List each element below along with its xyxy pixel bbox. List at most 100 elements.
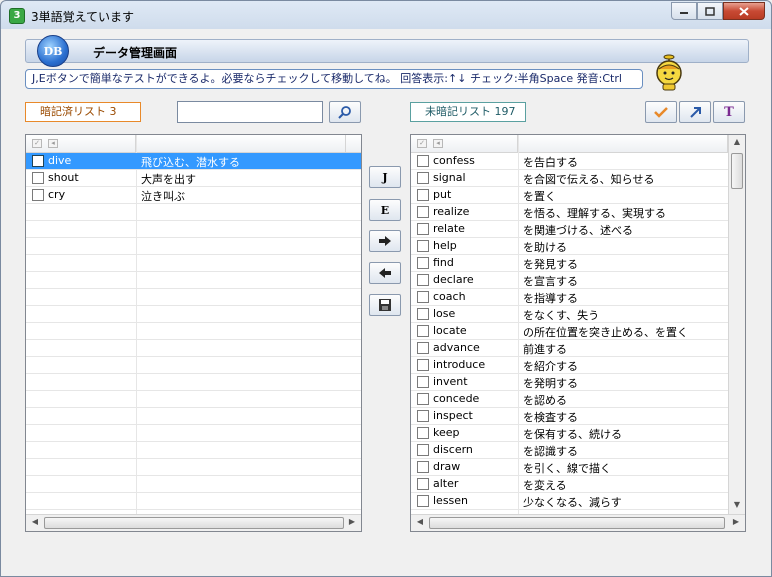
table-row[interactable]: confess を告白する [411,153,728,170]
table-row[interactable] [26,425,361,442]
table-row[interactable]: alter を変える [411,476,728,493]
table-row[interactable]: declare を宣言する [411,272,728,289]
learned-hscrollbar[interactable]: ◀ ▶ [26,514,361,531]
table-row[interactable]: concede を認める [411,391,728,408]
export-button[interactable] [679,101,711,123]
check-button[interactable] [645,101,677,123]
table-row[interactable] [26,357,361,374]
row-checkbox[interactable] [417,172,429,184]
table-row[interactable] [26,459,361,476]
app-icon[interactable]: 3 [9,8,25,24]
table-row[interactable]: help を助ける [411,238,728,255]
table-row[interactable]: advance 前進する [411,340,728,357]
table-row[interactable]: introduce を紹介する [411,357,728,374]
row-checkbox[interactable] [32,172,44,184]
scroll-left-icon[interactable]: ◀ [28,517,42,529]
learned-list-grid[interactable]: ✓ ◂ dive 飛び込む、潜水する shout 大声を出す cry 泣き叫ぶ ◀ ▶ [25,134,362,532]
test-e-button[interactable]: E [369,199,401,221]
row-checkbox[interactable] [417,155,429,167]
table-row[interactable]: lose をなくす、失う [411,306,728,323]
table-row[interactable] [26,289,361,306]
row-checkbox[interactable] [417,359,429,371]
scroll-down-icon[interactable]: ▼ [731,500,743,512]
row-checkbox[interactable] [417,478,429,490]
table-row[interactable]: signal を合図で伝える、知らせる [411,170,728,187]
save-button[interactable] [369,294,401,316]
scroll-right-icon[interactable]: ▶ [729,517,743,529]
row-checkbox[interactable] [417,223,429,235]
row-checkbox[interactable] [417,410,429,422]
table-row[interactable] [26,272,361,289]
table-row[interactable]: relate を関連づける、述べる [411,221,728,238]
unlearned-list-grid[interactable]: ✓ ◂ confess を告白する signal を合図で伝える、知らせる put を置く… [410,134,746,532]
minimize-button[interactable] [671,2,697,20]
table-row[interactable] [26,221,361,238]
unlearned-vscrollbar[interactable]: ▲ ▼ [728,135,745,514]
scroll-thumb[interactable] [44,517,344,529]
row-checkbox[interactable] [417,274,429,286]
table-row[interactable]: invent を発明する [411,374,728,391]
table-row[interactable] [26,408,361,425]
table-row[interactable] [26,255,361,272]
row-checkbox[interactable] [32,189,44,201]
table-row[interactable] [26,493,361,510]
table-row[interactable]: dive 飛び込む、潜水する [26,153,361,170]
table-row[interactable] [26,391,361,408]
header-cell-english[interactable]: ✓ ◂ [411,135,518,153]
header-cell-japanese[interactable] [518,135,728,153]
table-row[interactable] [26,476,361,493]
close-button[interactable] [723,2,765,20]
table-row[interactable]: draw を引く、線で描く [411,459,728,476]
table-row[interactable] [26,204,361,221]
unlearned-hscrollbar[interactable]: ◀ ▶ [411,514,745,531]
table-row[interactable]: put を置く [411,187,728,204]
table-row[interactable]: cry 泣き叫ぶ [26,187,361,204]
header-cell-japanese[interactable] [136,135,346,153]
row-checkbox[interactable] [417,206,429,218]
scroll-right-icon[interactable]: ▶ [345,517,359,529]
table-row[interactable]: coach を指導する [411,289,728,306]
move-right-button[interactable] [369,230,401,252]
row-checkbox[interactable] [417,444,429,456]
search-button[interactable] [329,101,361,123]
table-row[interactable]: lessen 少なくなる、減らす [411,493,728,510]
table-row[interactable] [26,442,361,459]
row-checkbox[interactable] [417,461,429,473]
row-checkbox[interactable] [417,308,429,320]
table-row[interactable] [26,238,361,255]
table-row[interactable]: discern を認識する [411,442,728,459]
row-checkbox[interactable] [417,393,429,405]
title-bar[interactable]: 3 3単語覚えています [1,1,771,29]
table-row[interactable]: locate の所在位置を突き止める、を置く [411,323,728,340]
table-row[interactable] [26,306,361,323]
row-checkbox[interactable] [32,155,44,167]
header-cell-english[interactable]: ✓ ◂ [26,135,136,153]
table-row[interactable] [26,323,361,340]
scroll-thumb[interactable] [429,517,725,529]
test-j-button[interactable]: J [369,166,401,188]
scroll-left-icon[interactable]: ◀ [413,517,427,529]
row-checkbox[interactable] [417,376,429,388]
row-checkbox[interactable] [417,240,429,252]
scroll-up-icon[interactable]: ▲ [731,137,743,149]
row-checkbox[interactable] [417,495,429,507]
row-checkbox[interactable] [417,257,429,269]
table-row[interactable]: keep を保有する、続ける [411,425,728,442]
move-left-button[interactable] [369,262,401,284]
table-row[interactable] [26,374,361,391]
word-english: introduce [433,358,486,371]
scroll-thumb[interactable] [731,153,743,189]
table-row[interactable]: shout 大声を出す [26,170,361,187]
row-checkbox[interactable] [417,342,429,354]
table-row[interactable]: realize を悟る、理解する、実現する [411,204,728,221]
row-checkbox[interactable] [417,291,429,303]
maximize-button[interactable] [697,2,723,20]
table-row[interactable]: find を発見する [411,255,728,272]
font-color-button[interactable]: T [713,101,745,123]
search-input[interactable] [177,101,323,123]
row-checkbox[interactable] [417,189,429,201]
table-row[interactable] [26,340,361,357]
row-checkbox[interactable] [417,325,429,337]
table-row[interactable]: inspect を検査する [411,408,728,425]
row-checkbox[interactable] [417,427,429,439]
